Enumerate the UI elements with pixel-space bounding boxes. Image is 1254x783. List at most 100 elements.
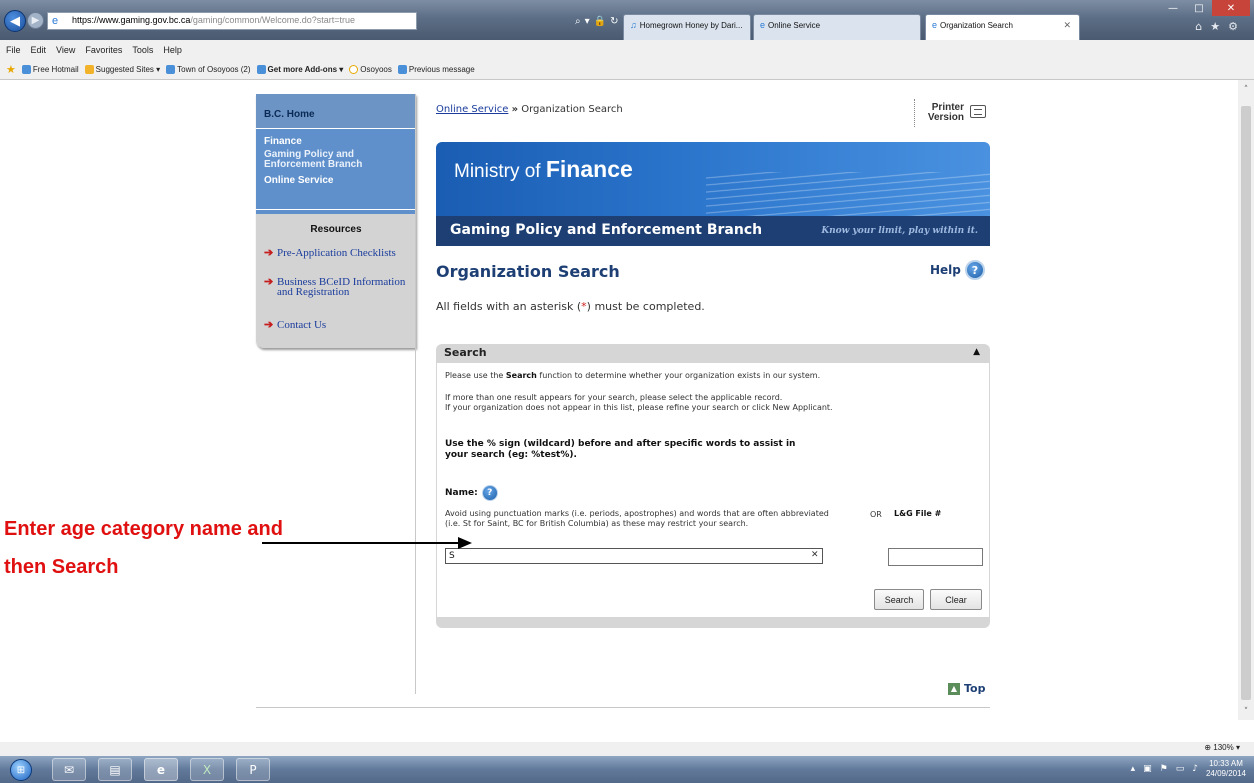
menu-help[interactable]: Help — [163, 45, 182, 55]
scroll-down-icon[interactable]: ˅ — [1238, 704, 1254, 720]
menu-edit[interactable]: Edit — [31, 45, 47, 55]
name-help-question-icon[interactable]: ? — [481, 485, 498, 501]
banner-bottom: Gaming Policy and Enforcement Branch Kno… — [436, 216, 990, 246]
system-clock[interactable]: 10:33 AM 24/09/2014 — [1206, 759, 1246, 779]
name-label-text: Name: — [445, 488, 478, 498]
ie-favicon-icon: e — [932, 20, 938, 30]
favorite-osoyoos[interactable]: Osoyoos — [349, 65, 392, 74]
tab-online-service[interactable]: e Online Service — [753, 14, 921, 40]
url-path: /gaming/common/Welcome.do?start=true — [190, 15, 356, 25]
printer-icon — [970, 105, 986, 118]
search-panel-title: Search — [444, 346, 487, 359]
favorite-get-more-addons[interactable]: Get more Add-ons ▾ — [256, 65, 343, 74]
link-contact-us[interactable]: ➔ Contact Us — [264, 319, 407, 331]
printer-label-line2: Version — [927, 112, 964, 123]
dropdown-icon[interactable]: ▾ — [585, 16, 590, 27]
search-icon[interactable]: ⌕ — [575, 16, 581, 27]
url-domain: gaming.gov.bc.ca — [120, 15, 191, 25]
display-icon[interactable]: ▭ — [1176, 764, 1185, 774]
lg-file-input[interactable] — [888, 548, 983, 566]
zoom-magnifier-icon: ⊕ — [1204, 743, 1212, 752]
refresh-icon[interactable]: ↻ — [610, 16, 618, 27]
search-panel-header[interactable]: Search ▲ — [436, 344, 990, 362]
left-sidebar: B.C. Home Finance Gaming Policy and Enfo… — [256, 94, 416, 348]
suggested-sites-icon — [84, 65, 94, 74]
bc-home-link[interactable]: B.C. Home — [256, 94, 416, 128]
back-arrow-icon: ◀ — [10, 13, 20, 29]
browser-title-bar: ◀ ▶ e https://www.gaming.gov.bc.ca/gamin… — [0, 0, 1254, 40]
ministry-title: Ministry of Finance — [454, 156, 633, 183]
menu-tools[interactable]: Tools — [132, 45, 153, 55]
outlook-icon: ✉ — [63, 762, 75, 777]
back-button[interactable]: ◀ — [4, 10, 26, 32]
collapse-triangle-icon[interactable]: ▲ — [973, 347, 980, 357]
menu-view[interactable]: View — [56, 45, 75, 55]
menu-favorites[interactable]: Favorites — [85, 45, 122, 55]
maximize-button[interactable]: □ — [1186, 0, 1212, 16]
minimize-button[interactable]: — — [1160, 0, 1186, 16]
sidebar-item-online-service[interactable]: Online Service — [264, 175, 333, 186]
red-arrow-icon: ➔ — [264, 319, 274, 331]
help-label: Help — [930, 263, 961, 277]
taskbar-excel[interactable]: X — [190, 758, 224, 781]
favorite-free-hotmail[interactable]: Free Hotmail — [21, 65, 79, 74]
taskbar-publisher[interactable]: P — [236, 758, 270, 781]
volume-icon[interactable]: ♪ — [1192, 764, 1198, 774]
help-link[interactable]: Help ? — [930, 260, 985, 280]
link-business-bceid[interactable]: ➔ Business BCeID Information and Registra… — [264, 277, 407, 298]
flag-icon[interactable]: ⚑ — [1160, 764, 1168, 774]
menu-file[interactable]: File — [6, 45, 21, 55]
banner-decoration — [706, 172, 990, 216]
favorite-town-of-osoyoos[interactable]: Town of Osoyoos (2) — [166, 65, 251, 74]
breadcrumb-online-service[interactable]: Online Service — [436, 104, 508, 115]
clear-button[interactable]: Clear — [930, 589, 982, 610]
taskbar-internet-explorer[interactable]: e — [144, 758, 178, 781]
osoyoos-icon — [349, 65, 359, 74]
favorite-label: Previous message — [408, 65, 475, 74]
taskbar-explorer[interactable]: ▤ — [98, 758, 132, 781]
printer-version-link[interactable]: Printer Version — [914, 99, 990, 127]
favorite-previous-message[interactable]: Previous message — [397, 65, 475, 74]
top-label: Top — [964, 682, 986, 695]
sidebar-item-gaming-policy[interactable]: Gaming Policy and Enforcement Branch — [264, 150, 412, 170]
scroll-up-icon[interactable]: ˄ — [1238, 82, 1254, 98]
start-button[interactable]: ⊞ — [10, 759, 32, 781]
network-icon[interactable]: ▣ — [1143, 764, 1152, 774]
taskbar-outlook[interactable]: ✉ — [52, 758, 86, 781]
clear-input-icon[interactable]: ✕ — [811, 550, 819, 560]
forward-button[interactable]: ▶ — [27, 12, 44, 29]
tab-honey[interactable]: ♫ Homegrown Honey by Dari... — [623, 14, 751, 40]
name-input[interactable]: S — [445, 548, 823, 564]
tab-favicon-icon: ♫ — [630, 20, 637, 30]
sidebar-item-finance[interactable]: Finance — [264, 136, 302, 147]
favorite-label: Suggested Sites ▾ — [95, 65, 161, 74]
scroll-thumb[interactable] — [1241, 106, 1251, 700]
back-to-top-link[interactable]: ▲ Top — [948, 682, 985, 695]
browser-toolbar-icons: ⌂ ★ ⚙ — [1195, 20, 1238, 33]
favorites-star-icon[interactable]: ★ — [6, 63, 16, 76]
tray-expand-icon[interactable]: ▴ — [1131, 764, 1136, 774]
lock-icon[interactable]: 🔒 — [594, 16, 606, 27]
close-tab-icon[interactable]: ✕ — [1063, 20, 1071, 31]
close-window-button[interactable]: ✕ — [1212, 0, 1250, 16]
tab-organization-search[interactable]: e Organization Search ✕ — [925, 14, 1080, 40]
link-label: Pre-Application Checklists — [277, 247, 396, 259]
lg-file-label: L&G File # — [894, 509, 942, 518]
favorite-label: Town of Osoyoos (2) — [177, 65, 251, 74]
gear-icon[interactable]: ⚙ — [1228, 20, 1238, 33]
favorite-suggested-sites[interactable]: Suggested Sites ▾ — [84, 65, 161, 74]
link-pre-application-checklists[interactable]: ➔ Pre-Application Checklists — [264, 247, 407, 259]
favorites-star-icon[interactable]: ★ — [1210, 20, 1220, 33]
publisher-icon: P — [249, 762, 257, 777]
vertical-scrollbar[interactable]: ˄ ˅ — [1238, 80, 1254, 720]
intro-bold: Search — [505, 371, 537, 380]
address-bar[interactable]: e https://www.gaming.gov.bc.ca/gaming/co… — [47, 12, 417, 30]
name-label: Name: ? — [445, 485, 498, 501]
search-button[interactable]: Search — [874, 589, 924, 610]
annotation-line2: then Search — [4, 556, 119, 578]
avoid-punctuation-hint: Avoid using punctuation marks (i.e. peri… — [445, 509, 829, 528]
windows-logo-icon: ⊞ — [16, 764, 26, 776]
home-icon[interactable]: ⌂ — [1195, 20, 1202, 33]
zoom-level[interactable]: ⊕ 130% ▾ — [1204, 743, 1240, 752]
window-controls: — □ ✕ — [1160, 0, 1250, 16]
